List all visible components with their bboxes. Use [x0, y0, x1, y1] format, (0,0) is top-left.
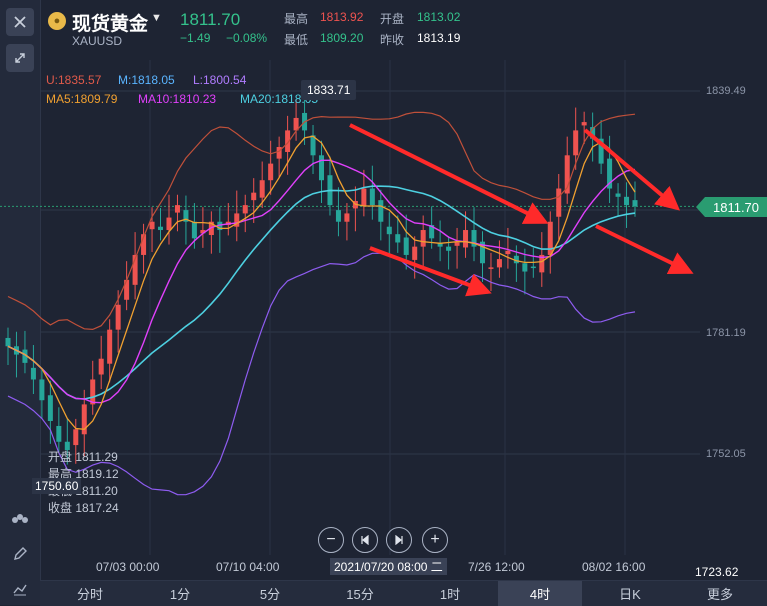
candle-body	[547, 221, 553, 255]
candle-body	[268, 163, 274, 181]
ohlc-close: 收盘 1817.24	[48, 501, 119, 515]
min-price-tag: 1750.60	[32, 478, 82, 494]
candle-body	[412, 246, 418, 260]
candle-body	[259, 180, 265, 198]
date-axis-tick: 7/26 12:00	[468, 560, 525, 574]
candle-body	[378, 200, 384, 222]
candle-body	[30, 367, 36, 380]
tf-1m[interactable]: 1分	[150, 581, 210, 606]
price-axis-tick: 1781.19	[706, 327, 746, 339]
candle-body	[5, 337, 11, 347]
candle-body	[73, 429, 79, 446]
ma10-value: MA10:1810.23	[138, 92, 217, 106]
price-axis-tick: 1839.49	[706, 85, 746, 97]
candle-body	[420, 230, 426, 247]
price-axis-bottom: 1723.62	[695, 565, 739, 579]
current-price-tag: 1811.70	[696, 197, 767, 217]
trend-arrow	[583, 128, 681, 211]
tf-5m[interactable]: 5分	[240, 581, 300, 606]
candle-body	[615, 193, 621, 197]
zoom-in-button[interactable]: +	[422, 527, 448, 553]
candle-body	[496, 259, 502, 268]
candle-body	[158, 226, 164, 231]
ma5-value: MA5:1809.79	[46, 92, 118, 106]
tf-daily[interactable]: 日K	[600, 581, 660, 606]
date-axis-tick: 07/10 04:00	[216, 560, 280, 574]
zoom-out-button[interactable]: −	[318, 527, 344, 553]
candle-body	[522, 263, 528, 272]
candle-body	[395, 234, 401, 243]
candle-body	[463, 230, 469, 248]
candle-body	[115, 304, 121, 330]
crosshair-date: 2021/07/20 08:00 二	[330, 558, 447, 575]
candle-body	[191, 221, 197, 239]
tf-1h[interactable]: 1时	[420, 581, 480, 606]
candle-body	[39, 379, 45, 401]
trend-arrow	[595, 224, 694, 274]
candle-body	[318, 155, 325, 181]
candle-body	[174, 205, 180, 213]
candle-body	[251, 192, 257, 201]
timeframe-bar: 分时 1分 5分 15分 1时 4时 日K 更多	[40, 580, 767, 606]
tf-more[interactable]: 更多	[690, 581, 750, 606]
tf-15m[interactable]: 15分	[330, 581, 390, 606]
price-axis-tick: 1752.05	[706, 448, 746, 460]
tf-tick[interactable]: 分时	[60, 581, 120, 606]
date-axis-tick: 08/02 16:00	[582, 560, 646, 574]
candle-body	[505, 250, 511, 255]
scroll-left-button[interactable]	[352, 527, 378, 553]
candle-body	[488, 267, 494, 269]
candle-body	[386, 226, 392, 235]
candle-body	[454, 242, 460, 246]
candle-body	[530, 266, 536, 269]
boll-lower-value: L:1800.54	[193, 73, 247, 87]
candle-body	[369, 188, 375, 206]
candle-body	[149, 221, 155, 230]
trend-arrow	[369, 246, 492, 297]
date-axis-tick: 07/03 00:00	[96, 560, 160, 574]
candle-body	[581, 122, 587, 126]
max-price-tag: 1833.71	[301, 80, 357, 100]
candle-body	[335, 210, 341, 222]
candle-body	[242, 205, 248, 214]
candle-body	[98, 358, 104, 375]
candle-body	[107, 329, 113, 364]
candle-body	[624, 196, 630, 206]
candle-body	[47, 395, 53, 421]
candle-body	[361, 188, 367, 206]
candle-body	[90, 379, 96, 405]
boll-mid-value: M:1818.05	[118, 73, 175, 87]
boll-upper-value: U:1835.57	[46, 73, 102, 87]
ohlc-open: 开盘 1811.29	[48, 450, 118, 464]
candle-body	[632, 200, 638, 207]
candle-body	[573, 130, 579, 156]
candle-body	[556, 188, 562, 217]
candle-body	[166, 217, 172, 231]
candle-body	[344, 213, 350, 222]
candle-body	[56, 425, 62, 442]
tf-4h[interactable]: 4时	[498, 581, 582, 606]
candle-body	[403, 237, 409, 255]
candle-body	[446, 246, 452, 251]
scroll-right-button[interactable]	[386, 527, 412, 553]
